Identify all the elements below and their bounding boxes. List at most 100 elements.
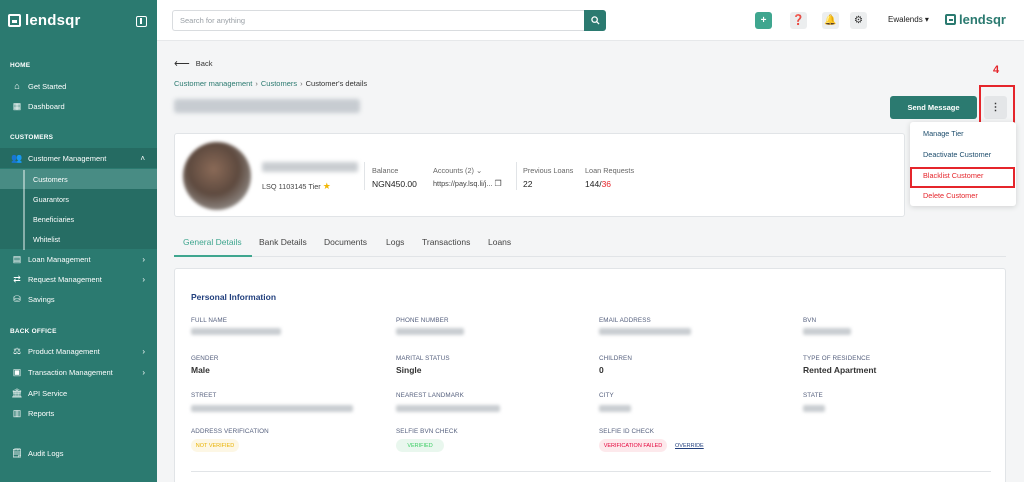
app-logo[interactable]: lendsqr (8, 12, 81, 29)
bvn-redacted (803, 328, 851, 335)
gear-icon[interactable]: ⚙ (850, 12, 867, 29)
full-name-label: FULL NAME (191, 317, 228, 324)
menu-item-manage-tier[interactable]: Manage Tier (923, 129, 964, 138)
state-redacted (803, 405, 825, 412)
tab-general-details[interactable]: General Details (183, 237, 242, 247)
avatar (183, 142, 251, 210)
breadcrumb-separator: › (300, 79, 303, 88)
sidebar-item-get-started[interactable]: ⌂ Get Started (0, 76, 157, 96)
product-icon: ⚖ (12, 345, 22, 356)
breadcrumb-customer-management[interactable]: Customer management (174, 79, 252, 88)
gender-label: GENDER (191, 355, 219, 362)
back-link[interactable]: ⟵ Back (174, 57, 212, 70)
chevron-right-icon: › (142, 274, 145, 284)
add-icon[interactable]: + (755, 12, 772, 29)
email-redacted (599, 328, 691, 335)
marital-status-value: Single (396, 365, 422, 375)
sidebar-item-api-service[interactable]: 🏛 API Service (0, 383, 157, 403)
search-input[interactable] (172, 10, 584, 31)
tab-loans[interactable]: Loans (488, 237, 511, 247)
balance-label: Balance (372, 166, 399, 175)
phone-label: PHONE NUMBER (396, 317, 449, 324)
sidebar-item-dashboard[interactable]: ▦ Dashboard (0, 96, 157, 116)
sidebar-item-reports[interactable]: ▥ Reports (0, 403, 157, 423)
caret-down-icon: ▾ (924, 15, 929, 24)
residence-type-value: Rented Apartment (803, 365, 877, 375)
chevron-right-icon: › (142, 254, 145, 264)
street-redacted (191, 405, 353, 412)
sidebar-item-product-management[interactable]: ⚖ Product Management › (0, 341, 157, 361)
sidebar-item-audit-logs[interactable]: 🗒 Audit Logs (0, 443, 157, 463)
loan-requests-label: Loan Requests (585, 166, 635, 175)
selfie-bvn-label: SELFIE BVN CHECK (396, 428, 458, 435)
menu-item-delete-customer[interactable]: Delete Customer (923, 191, 978, 200)
personal-information-panel: Personal Information FULL NAME PHONE NUM… (174, 268, 1006, 482)
children-label: CHILDREN (599, 355, 632, 362)
status-badge-verification-failed: VERIFICATION FAILED (599, 439, 667, 452)
address-verification-label: ADDRESS VERIFICATION (191, 428, 269, 435)
phone-redacted (396, 328, 464, 335)
chevron-up-icon: ˄ (140, 153, 145, 163)
lendsqr-logo-icon (945, 14, 956, 25)
savings-icon: ⛁ (13, 293, 21, 304)
marital-status-label: MARITAL STATUS (396, 355, 450, 362)
annotation-box-more-options (979, 85, 1015, 126)
selfie-id-label: SELFIE ID CHECK (599, 428, 655, 435)
top-bar: + ❓ 🔔 ⚙ Ewalends ▾ lendsqr (157, 0, 1024, 41)
children-value: 0 (599, 365, 604, 375)
submenu-indicator-line (23, 170, 25, 250)
tab-documents[interactable]: Documents (324, 237, 367, 247)
loan-icon: ▤ (12, 253, 22, 264)
search-icon (590, 16, 600, 25)
balance-value: NGN450.00 (372, 179, 417, 189)
chevron-right-icon: › (142, 346, 145, 356)
send-message-button[interactable]: Send Message (890, 96, 977, 119)
gender-value: Male (191, 365, 210, 375)
status-badge-not-verified: NOT VERIFIED (191, 439, 239, 452)
sidebar-item-savings[interactable]: ⛁ Savings (0, 289, 157, 309)
bank-icon: 🏛 (11, 387, 23, 398)
divider (516, 162, 517, 190)
residence-type-label: TYPE OF RESIDENCE (803, 355, 871, 362)
sidebar-item-loan-management[interactable]: ▤ Loan Management › (0, 249, 157, 269)
breadcrumb: Customer management › Customers › Customer's… (174, 79, 367, 88)
bell-icon[interactable]: 🔔 (822, 12, 839, 29)
customer-id: LSQ 1103145 Tier ★ (262, 181, 331, 191)
arrow-left-icon: ⟵ (174, 58, 190, 70)
tab-bank-details[interactable]: Bank Details (259, 237, 307, 247)
star-icon: ★ (322, 181, 331, 191)
user-menu[interactable]: Ewalends ▾ (888, 15, 929, 24)
sidebar-item-request-management[interactable]: ⇄ Request Management › (0, 269, 157, 289)
override-link[interactable]: OVERRIDE (675, 443, 704, 449)
landmark-label: NEAREST LANDMARK (396, 392, 464, 399)
sidebar-item-customer-management[interactable]: 👥 Customer Management ˄ (0, 148, 157, 168)
breadcrumb-customers[interactable]: Customers (261, 79, 297, 88)
section-back-office: BACK OFFICE (10, 328, 57, 335)
sidebar-item-transaction-management[interactable]: ▣ Transaction Management › (0, 362, 157, 382)
collapse-sidebar-icon[interactable] (136, 16, 147, 27)
help-icon[interactable]: ❓ (790, 12, 807, 29)
accounts-dropdown[interactable]: Accounts (2) ⌄ (433, 166, 482, 175)
account-link[interactable]: https://pay.lsq.li/j... ❐ (433, 179, 502, 188)
customer-name-redacted (262, 162, 358, 172)
dashboard-icon: ▦ (12, 100, 22, 111)
annotation-step-4: 4 (993, 64, 1000, 76)
brand-logo: lendsqr (945, 12, 1006, 27)
chevron-down-icon: ⌄ (476, 166, 483, 175)
full-name-redacted (191, 328, 281, 335)
section-home: HOME (10, 62, 31, 69)
search-button[interactable] (584, 10, 606, 31)
annotation-box-blacklist (910, 167, 1015, 188)
tab-logs[interactable]: Logs (386, 237, 404, 247)
divider (191, 471, 991, 472)
email-label: EMAIL ADDRESS (599, 317, 651, 324)
divider (364, 162, 365, 190)
menu-item-deactivate-customer[interactable]: Deactivate Customer (923, 150, 991, 159)
customer-name-title-redacted (174, 99, 360, 113)
lendsqr-logo-icon (8, 14, 21, 27)
copy-icon[interactable]: ❐ (495, 179, 502, 188)
logo-text: lendsqr (25, 12, 81, 29)
tab-transactions[interactable]: Transactions (422, 237, 470, 247)
customer-actions-menu: Manage Tier Deactivate Customer Blacklis… (910, 122, 1016, 206)
detail-tabs: General Details Bank Details Documents L… (174, 237, 1006, 257)
